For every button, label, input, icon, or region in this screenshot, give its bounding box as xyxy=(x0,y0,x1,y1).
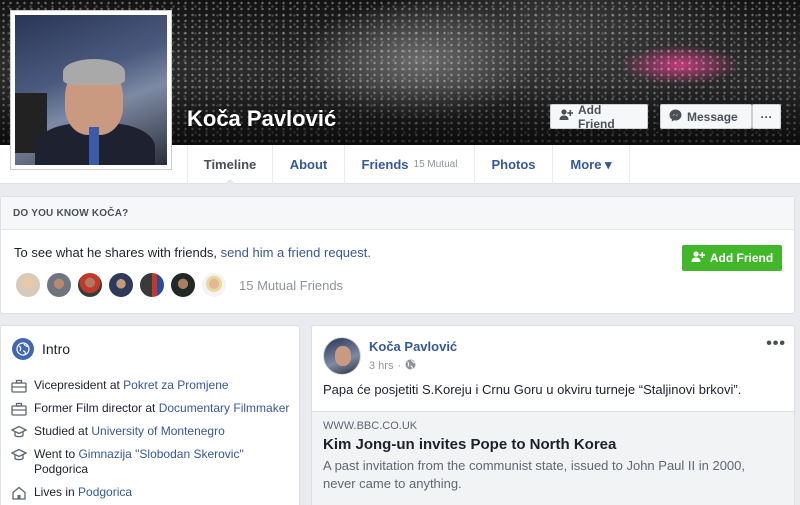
active-tab-indicator xyxy=(224,179,236,185)
tab-friends[interactable]: Friends 15 Mutual xyxy=(344,145,474,184)
add-friend-button[interactable]: Add Friend xyxy=(550,102,648,131)
tab-about-label: About xyxy=(289,157,328,172)
tab-more-label: More ▾ xyxy=(570,156,612,172)
tab-friends-mutual-count: 15 Mutual xyxy=(413,159,458,170)
mutual-friend-avatar[interactable] xyxy=(107,271,135,299)
mutual-friends-row: 15 Mutual Friends xyxy=(14,271,343,299)
post-author-name[interactable]: Koča Pavlović xyxy=(369,339,457,354)
do-you-know-heading: DO YOU KNOW KOČA? xyxy=(1,197,794,230)
intro-item-text: Went to xyxy=(34,447,79,461)
mutual-friend-avatar[interactable] xyxy=(14,271,42,299)
mutual-friend-avatar[interactable] xyxy=(76,271,104,299)
link-preview-card[interactable]: WWW.BBC.CO.UK Kim Jong-un invites Pope t… xyxy=(312,411,794,505)
add-friend-icon xyxy=(559,109,574,124)
mutual-friend-avatar[interactable] xyxy=(45,271,73,299)
messenger-icon xyxy=(669,109,682,125)
mutual-friends-count[interactable]: 15 Mutual Friends xyxy=(239,278,343,293)
post-meta-separator: · xyxy=(397,360,402,372)
do-you-know-card: DO YOU KNOW KOČA? To see what he shares … xyxy=(0,196,795,314)
intro-card: Intro Vicepresident at Pokret za Promjen… xyxy=(0,325,300,505)
mutual-friend-avatar[interactable] xyxy=(169,271,197,299)
intro-item-work: Former Film director at Documentary Film… xyxy=(11,401,296,416)
profile-name[interactable]: Koča Pavlović xyxy=(187,106,336,132)
add-friend-green-button[interactable]: Add Friend xyxy=(682,245,782,271)
graduation-cap-icon xyxy=(10,448,28,462)
intro-header: Intro xyxy=(12,338,70,360)
tab-about[interactable]: About xyxy=(272,145,344,184)
intro-item-suffix: Podgorica xyxy=(34,462,89,476)
message-label: Message xyxy=(687,109,738,124)
send-friend-request-link[interactable]: send him a friend request. xyxy=(221,245,371,260)
public-globe-icon[interactable] xyxy=(405,359,416,373)
add-friend-icon xyxy=(691,250,706,266)
mutual-friend-avatar[interactable] xyxy=(200,271,228,299)
intro-item-text: Former Film director at xyxy=(34,401,159,415)
intro-item-work: Vicepresident at Pokret za Promjene xyxy=(11,378,296,393)
intro-item-link[interactable]: Pokret za Promjene xyxy=(123,378,228,392)
intro-title: Intro xyxy=(42,341,71,357)
graduation-cap-icon xyxy=(10,425,28,439)
tab-more[interactable]: More ▾ xyxy=(552,145,630,184)
intro-item-link[interactable]: Gimnazija "Slobodan Skerovic" xyxy=(78,447,243,461)
friend-request-prompt: To see what he shares with friends, send… xyxy=(14,245,371,260)
intro-item-text: Studied at xyxy=(34,424,92,438)
post-meta: 3 hrs · xyxy=(369,359,416,373)
intro-item-link[interactable]: University of Montenegro xyxy=(91,424,224,438)
tab-photos[interactable]: Photos xyxy=(474,145,552,184)
add-friend-green-label: Add Friend xyxy=(709,251,774,265)
briefcase-icon xyxy=(11,379,27,393)
profile-picture[interactable] xyxy=(10,10,172,170)
globe-icon xyxy=(12,338,34,360)
mutual-friend-avatar[interactable] xyxy=(138,271,166,299)
post-author-avatar[interactable] xyxy=(323,337,361,375)
intro-item-text: Vicepresident at xyxy=(34,378,124,392)
tab-timeline[interactable]: Timeline xyxy=(187,145,272,185)
intro-item-text: Lives in xyxy=(34,485,79,499)
intro-item-link[interactable]: Podgorica xyxy=(78,485,132,499)
tab-friends-label: Friends xyxy=(361,157,409,172)
tab-photos-label: Photos xyxy=(491,157,536,172)
post-options-icon[interactable]: ••• xyxy=(766,335,786,353)
intro-item-education: Studied at University of Montenegro xyxy=(10,424,296,439)
home-icon xyxy=(11,486,27,500)
post-timestamp[interactable]: 3 hrs xyxy=(369,360,393,372)
add-friend-label: Add Friend xyxy=(578,102,615,131)
intro-item-link[interactable]: Documentary Filmmaker xyxy=(159,401,290,415)
post-text: Papa će posjetiti S.Koreju i Crnu Goru u… xyxy=(323,382,742,397)
message-button[interactable]: Message xyxy=(660,104,752,129)
intro-list: Vicepresident at Pokret za Promjene Form… xyxy=(10,378,296,505)
more-options-button[interactable]: ··· xyxy=(752,104,781,129)
link-domain: WWW.BBC.CO.UK xyxy=(323,420,418,432)
link-description: A past invitation from the communist sta… xyxy=(323,458,746,491)
briefcase-icon xyxy=(11,402,27,416)
tab-timeline-label: Timeline xyxy=(203,157,257,172)
friend-request-prompt-text: To see what he shares with friends, xyxy=(14,245,221,260)
intro-item-education: Went to Gimnazija "Slobodan Skerovic" Pod… xyxy=(10,447,296,477)
intro-item-lives: Lives in Podgorica xyxy=(11,485,296,500)
link-title[interactable]: Kim Jong-un invites Pope to North Korea xyxy=(323,436,783,453)
timeline-post: Koča Pavlović 3 hrs · ••• Papa će posjet… xyxy=(311,325,795,505)
more-dots-icon: ··· xyxy=(760,109,773,124)
